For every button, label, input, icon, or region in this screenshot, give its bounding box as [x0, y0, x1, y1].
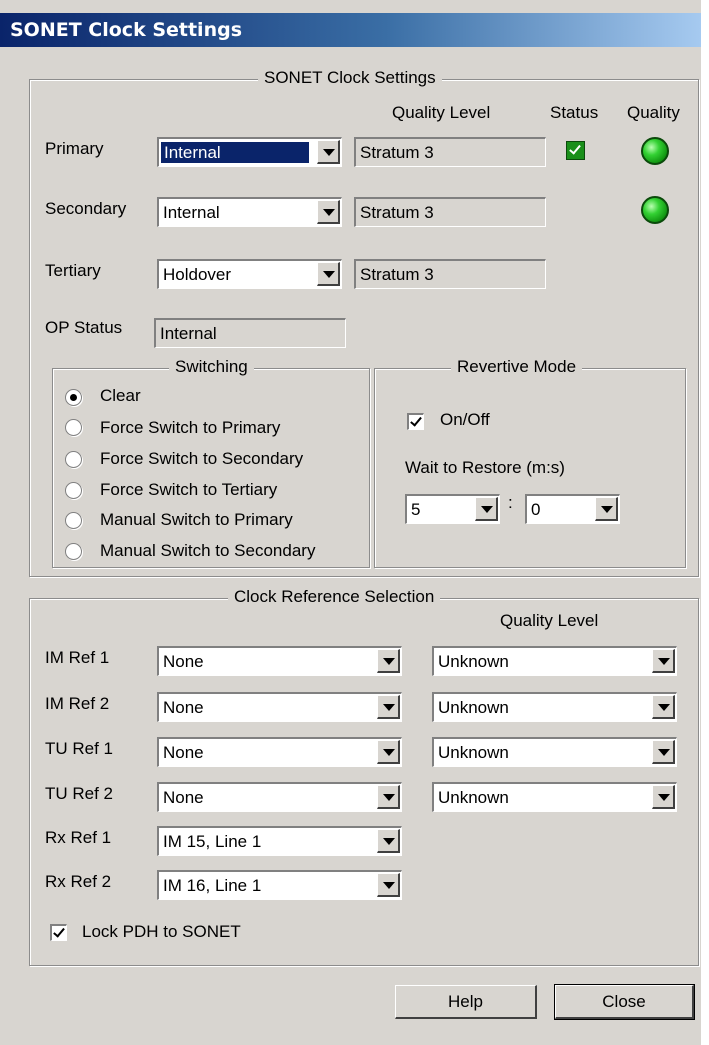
reference-quality-select[interactable]: Unknown — [432, 692, 677, 722]
op-status-value: Internal — [160, 324, 217, 343]
wait-minutes-select[interactable]: 5 — [405, 494, 500, 524]
clock-reference-group-title: Clock Reference Selection — [228, 587, 441, 607]
switching-radio-5[interactable] — [65, 543, 82, 560]
wait-separator: : — [508, 493, 513, 512]
op-status-field: Internal — [154, 318, 346, 348]
switching-group-title: Switching — [169, 357, 254, 377]
switching-radio-3[interactable] — [65, 482, 82, 499]
chevron-down-icon[interactable] — [652, 740, 675, 764]
primary-quality-level-value: Stratum 3 — [360, 143, 434, 162]
switching-option-label[interactable]: Clear — [100, 386, 141, 406]
tertiary-source-value: Holdover — [163, 265, 232, 284]
reference-row-label: Rx Ref 2 — [45, 872, 112, 891]
secondary-label: Secondary — [45, 199, 127, 218]
tertiary-label: Tertiary — [45, 261, 101, 280]
secondary-source-select[interactable]: Internal — [157, 197, 342, 227]
window-title: SONET Clock Settings — [10, 19, 242, 41]
chevron-down-icon[interactable] — [652, 785, 675, 809]
reference-source-value: None — [163, 743, 204, 762]
wait-to-restore-label: Wait to Restore (m:s) — [405, 458, 565, 477]
reference-source-select[interactable]: IM 15, Line 1 — [157, 826, 402, 856]
reference-quality-select[interactable]: Unknown — [432, 737, 677, 767]
chevron-down-icon[interactable] — [317, 140, 340, 164]
reference-row-label: Rx Ref 1 — [45, 828, 112, 847]
quality-level-header: Quality Level — [392, 103, 491, 122]
reference-source-value: None — [163, 652, 204, 671]
primary-quality-level-field: Stratum 3 — [354, 137, 546, 167]
chevron-down-icon[interactable] — [317, 262, 340, 286]
chevron-down-icon[interactable] — [475, 497, 498, 521]
switching-radio-0[interactable] — [65, 389, 82, 406]
reference-quality-select[interactable]: Unknown — [432, 646, 677, 676]
status-header: Status — [550, 103, 599, 122]
reference-source-value: None — [163, 698, 204, 717]
switching-option-label[interactable]: Force Switch to Primary — [100, 418, 280, 438]
lock-pdh-checkbox[interactable] — [50, 924, 67, 941]
op-status-label: OP Status — [45, 318, 123, 337]
reference-source-select[interactable]: None — [157, 782, 402, 812]
chevron-down-icon[interactable] — [377, 649, 400, 673]
quality-header: Quality — [627, 103, 680, 122]
revertive-onoff-label[interactable]: On/Off — [440, 410, 490, 430]
chevron-down-icon[interactable] — [377, 785, 400, 809]
reference-source-select[interactable]: IM 16, Line 1 — [157, 870, 402, 900]
chevron-down-icon[interactable] — [377, 873, 400, 897]
reference-quality-value: Unknown — [438, 743, 509, 762]
reference-quality-value: Unknown — [438, 788, 509, 807]
wait-seconds-value: 0 — [531, 500, 541, 519]
primary-quality-led-icon — [641, 137, 669, 165]
reference-row-label: IM Ref 1 — [45, 648, 110, 667]
switching-option-label[interactable]: Force Switch to Tertiary — [100, 480, 277, 500]
secondary-quality-level-value: Stratum 3 — [360, 203, 434, 222]
reference-source-value: None — [163, 788, 204, 807]
chevron-down-icon[interactable] — [377, 695, 400, 719]
primary-source-select[interactable]: Internal — [157, 137, 342, 167]
clock-settings-group-title: SONET Clock Settings — [258, 68, 442, 88]
reference-quality-value: Unknown — [438, 652, 509, 671]
switching-radio-4[interactable] — [65, 512, 82, 529]
primary-source-value: Internal — [161, 142, 309, 163]
secondary-quality-led-icon — [641, 196, 669, 224]
reference-source-select[interactable]: None — [157, 737, 402, 767]
switching-option-label[interactable]: Force Switch to Secondary — [100, 449, 303, 469]
reference-row-label: IM Ref 2 — [45, 694, 110, 713]
reference-source-value: IM 16, Line 1 — [163, 876, 262, 895]
lock-pdh-label[interactable]: Lock PDH to SONET — [82, 922, 241, 942]
primary-status-check-icon — [566, 141, 585, 160]
primary-label: Primary — [45, 139, 104, 158]
secondary-source-value: Internal — [163, 203, 220, 222]
switching-radio-1[interactable] — [65, 419, 82, 436]
revertive-onoff-checkbox[interactable] — [407, 413, 424, 430]
chevron-down-icon[interactable] — [652, 649, 675, 673]
reference-source-select[interactable]: None — [157, 692, 402, 722]
reference-row-label: TU Ref 2 — [45, 784, 114, 803]
help-button[interactable]: Help — [395, 985, 537, 1019]
chevron-down-icon[interactable] — [317, 200, 340, 224]
title-bar[interactable]: SONET Clock Settings — [0, 13, 701, 47]
reference-row-label: TU Ref 1 — [45, 739, 114, 758]
secondary-quality-level-field: Stratum 3 — [354, 197, 546, 227]
switching-radio-2[interactable] — [65, 451, 82, 468]
chevron-down-icon[interactable] — [595, 497, 618, 521]
reference-quality-value: Unknown — [438, 698, 509, 717]
chevron-down-icon[interactable] — [377, 829, 400, 853]
reference-quality-header: Quality Level — [500, 611, 599, 630]
reference-source-value: IM 15, Line 1 — [163, 832, 262, 851]
switching-option-label[interactable]: Manual Switch to Secondary — [100, 541, 315, 561]
reference-source-select[interactable]: None — [157, 646, 402, 676]
close-button[interactable]: Close — [554, 984, 695, 1020]
dialog-window: SONET Clock Settings SONET Clock Setting… — [0, 0, 701, 1045]
tertiary-quality-level-field: Stratum 3 — [354, 259, 546, 289]
revertive-mode-group-title: Revertive Mode — [451, 357, 583, 377]
chevron-down-icon[interactable] — [652, 695, 675, 719]
tertiary-quality-level-value: Stratum 3 — [360, 265, 434, 284]
chevron-down-icon[interactable] — [377, 740, 400, 764]
tertiary-source-select[interactable]: Holdover — [157, 259, 342, 289]
wait-seconds-select[interactable]: 0 — [525, 494, 620, 524]
wait-minutes-value: 5 — [411, 500, 421, 519]
reference-quality-select[interactable]: Unknown — [432, 782, 677, 812]
switching-option-label[interactable]: Manual Switch to Primary — [100, 510, 293, 530]
